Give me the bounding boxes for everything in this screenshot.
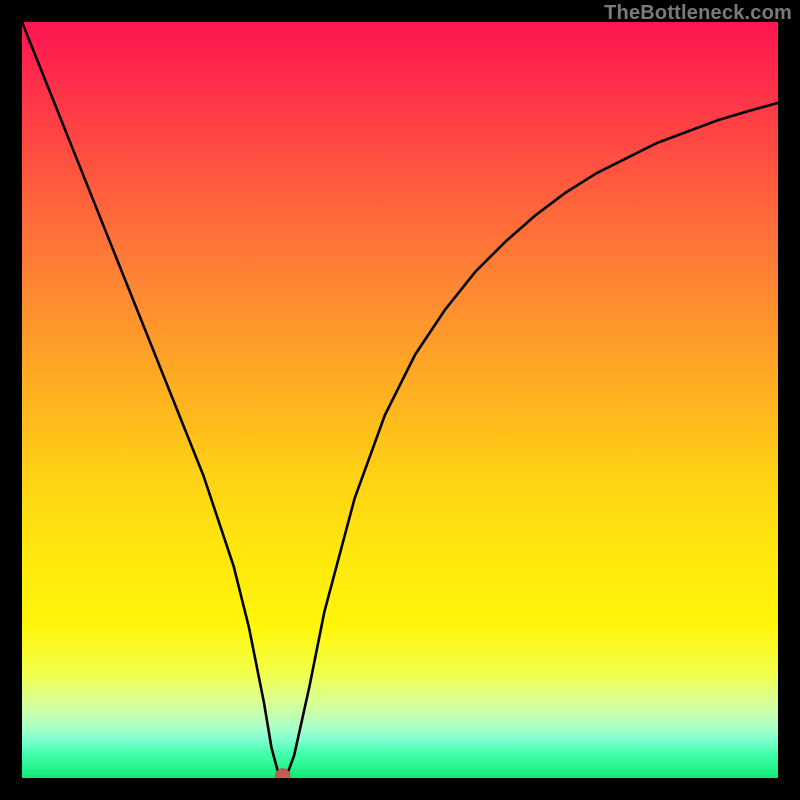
minimum-marker	[276, 769, 290, 778]
chart-svg	[22, 22, 778, 778]
bottleneck-curve	[22, 22, 778, 776]
chart-frame: TheBottleneck.com	[0, 0, 800, 800]
plot-area	[22, 22, 778, 778]
